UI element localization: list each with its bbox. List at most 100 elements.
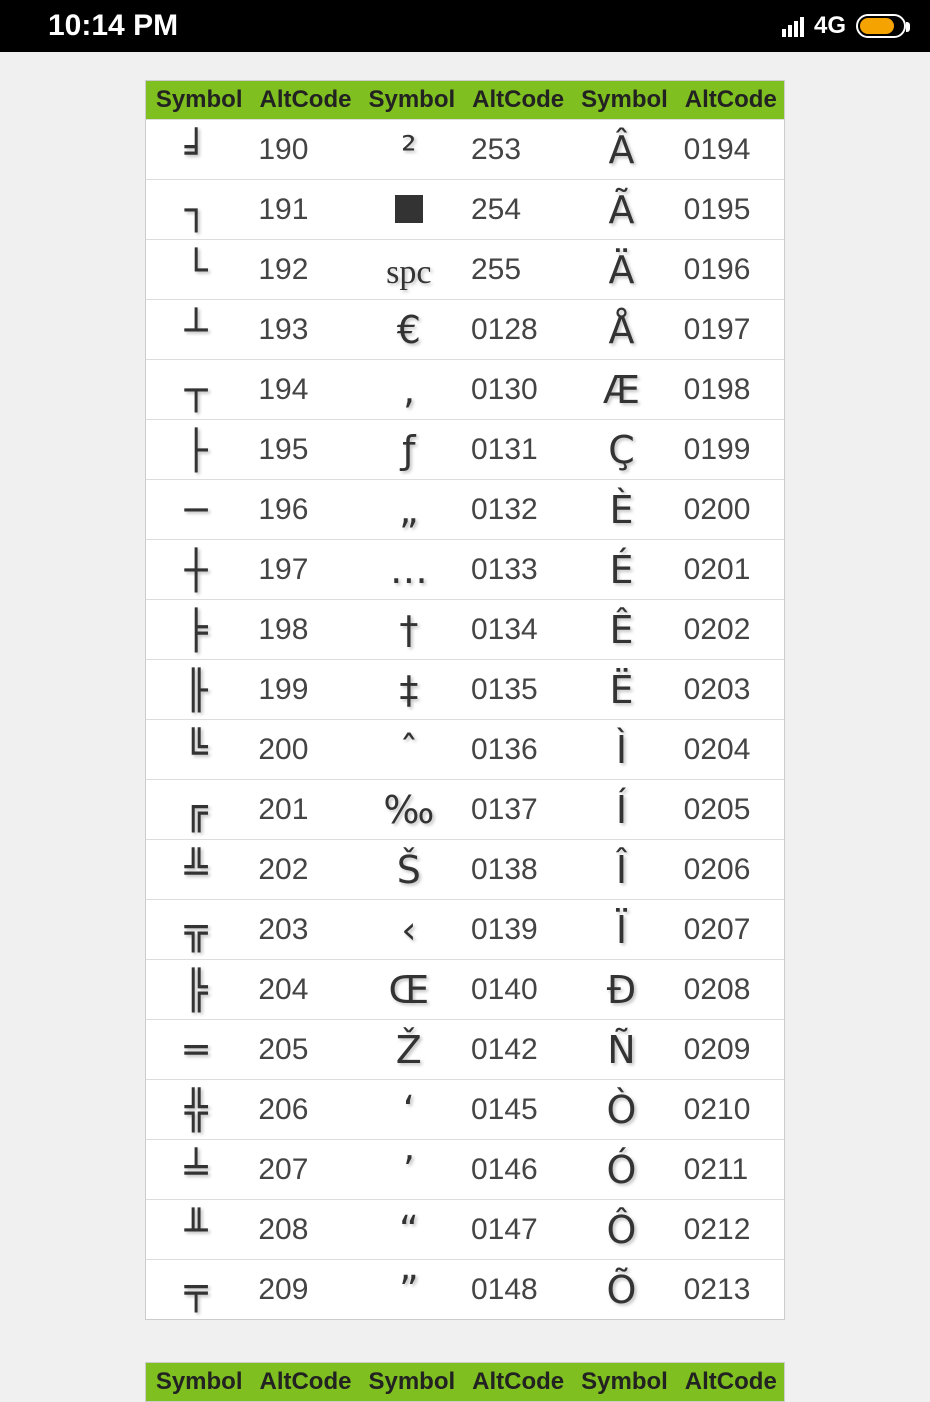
header-symbol: Symbol [146, 1368, 252, 1396]
table-header-row: Symbol AltCode Symbol AltCode Symbol Alt… [146, 1363, 784, 1401]
table-row: ╧207’0146Ó0211 [146, 1139, 784, 1199]
header-altcode: AltCode [465, 86, 571, 114]
altcode-cell: 203 [246, 913, 358, 947]
altcode-cell: 191 [246, 193, 358, 227]
table-row: ╔201‰0137Í0205 [146, 779, 784, 839]
symbol-cell: ╦ [146, 908, 246, 952]
symbol-cell: ┴ [146, 308, 246, 352]
header-symbol: Symbol [571, 1368, 677, 1396]
symbol-cell: ╬ [146, 1088, 246, 1132]
header-altcode: AltCode [678, 86, 784, 114]
symbol-cell: ╨ [146, 1208, 246, 1252]
altcode-cell: 0139 [459, 913, 571, 947]
altcode-cell: 204 [246, 973, 358, 1007]
altcode-cell: 0130 [459, 373, 571, 407]
symbol-cell: ╧ [146, 1148, 246, 1192]
altcode-cell: 0137 [459, 793, 571, 827]
content-area[interactable]: Symbol AltCode Symbol AltCode Symbol Alt… [145, 52, 785, 1402]
table-row: ╠204Œ0140Ð0208 [146, 959, 784, 1019]
symbol-cell: Ð [571, 968, 671, 1012]
symbol-cell: Š [359, 848, 459, 892]
altcode-cell: 0205 [672, 793, 784, 827]
altcode-cell: 0201 [672, 553, 784, 587]
altcode-cell: 201 [246, 793, 358, 827]
symbol-cell: Æ [571, 368, 671, 412]
altcode-cell: 0206 [672, 853, 784, 887]
symbol-cell: † [359, 608, 459, 652]
symbol-cell: Î [571, 848, 671, 892]
symbol-cell: ╤ [146, 1268, 246, 1312]
symbol-cell: Í [571, 788, 671, 832]
altcode-cell: 253 [459, 133, 571, 167]
symbol-cell [359, 188, 459, 232]
symbol-cell: Ó [571, 1148, 671, 1192]
altcode-cell: 0194 [672, 133, 784, 167]
symbol-cell: Ï [571, 908, 671, 952]
symbol-cell: ┬ [146, 368, 246, 412]
header-symbol: Symbol [571, 86, 677, 114]
altcode-cell: 0133 [459, 553, 571, 587]
symbol-cell: ┼ [146, 548, 246, 592]
table-row: ┼197…0133É0201 [146, 539, 784, 599]
symbol-cell: Ì [571, 728, 671, 772]
header-altcode: AltCode [252, 1368, 358, 1396]
status-bar: 10:14 PM 4G [0, 0, 930, 52]
symbol-cell: Ë [571, 668, 671, 712]
symbol-cell: ‰ [359, 788, 459, 832]
symbol-cell: ’ [359, 1148, 459, 1192]
altcode-cell: 0132 [459, 493, 571, 527]
altcode-cell: 0197 [672, 313, 784, 347]
network-label: 4G [814, 12, 846, 40]
symbol-cell: Ñ [571, 1028, 671, 1072]
altcode-cell: 255 [459, 253, 571, 287]
altcode-cell: 0147 [459, 1213, 571, 1247]
altcode-cell: 192 [246, 253, 358, 287]
altcode-cell: 200 [246, 733, 358, 767]
altcode-cell: 194 [246, 373, 358, 407]
table-row: ╬206‘0145Ò0210 [146, 1079, 784, 1139]
altcode-cell: 207 [246, 1153, 358, 1187]
altcode-cell: 0212 [672, 1213, 784, 1247]
signal-icon [782, 15, 804, 37]
altcode-cell: 0134 [459, 613, 571, 647]
altcode-cell: 202 [246, 853, 358, 887]
altcode-cell: 0208 [672, 973, 784, 1007]
symbol-cell: Ò [571, 1088, 671, 1132]
table-row: ╚200ˆ0136Ì0204 [146, 719, 784, 779]
symbol-cell: └ [146, 248, 246, 292]
symbol-cell: Ã [571, 188, 671, 232]
symbol-cell: Å [571, 308, 671, 352]
header-symbol: Symbol [146, 86, 252, 114]
altcode-cell: 0195 [672, 193, 784, 227]
symbol-cell: Ä [571, 248, 671, 292]
altcode-cell: 208 [246, 1213, 358, 1247]
table-row: ╞198†0134Ê0202 [146, 599, 784, 659]
altcode-cell: 0146 [459, 1153, 571, 1187]
altcode-cell: 0138 [459, 853, 571, 887]
altcode-cell: 0135 [459, 673, 571, 707]
status-right: 4G [782, 12, 906, 40]
altcode-cell: 0145 [459, 1093, 571, 1127]
altcode-cell: 0211 [672, 1153, 784, 1187]
symbol-cell: ‚ [359, 368, 459, 412]
symbol-cell: … [359, 548, 459, 592]
altcode-table: Symbol AltCode Symbol AltCode Symbol Alt… [145, 80, 785, 1320]
altcode-cell: 195 [246, 433, 358, 467]
altcode-cell: 198 [246, 613, 358, 647]
table-row: ╤209”0148Õ0213 [146, 1259, 784, 1319]
symbol-cell: “ [359, 1208, 459, 1252]
altcode-cell: 0203 [672, 673, 784, 707]
symbol-cell: ═ [146, 1028, 246, 1072]
altcode-cell: 197 [246, 553, 358, 587]
table-row: ├195ƒ0131Ç0199 [146, 419, 784, 479]
table-row: ╦203‹0139Ï0207 [146, 899, 784, 959]
symbol-cell: ƒ [359, 428, 459, 472]
symbol-cell: ─ [146, 488, 246, 532]
symbol-cell: ‘ [359, 1088, 459, 1132]
table-row: ┴193€0128Å0197 [146, 299, 784, 359]
symbol-cell: ╞ [146, 608, 246, 652]
altcode-cell: 0209 [672, 1033, 784, 1067]
altcode-cell: 0200 [672, 493, 784, 527]
table-header-row: Symbol AltCode Symbol AltCode Symbol Alt… [146, 81, 784, 119]
table-row: ═205Ž0142Ñ0209 [146, 1019, 784, 1079]
